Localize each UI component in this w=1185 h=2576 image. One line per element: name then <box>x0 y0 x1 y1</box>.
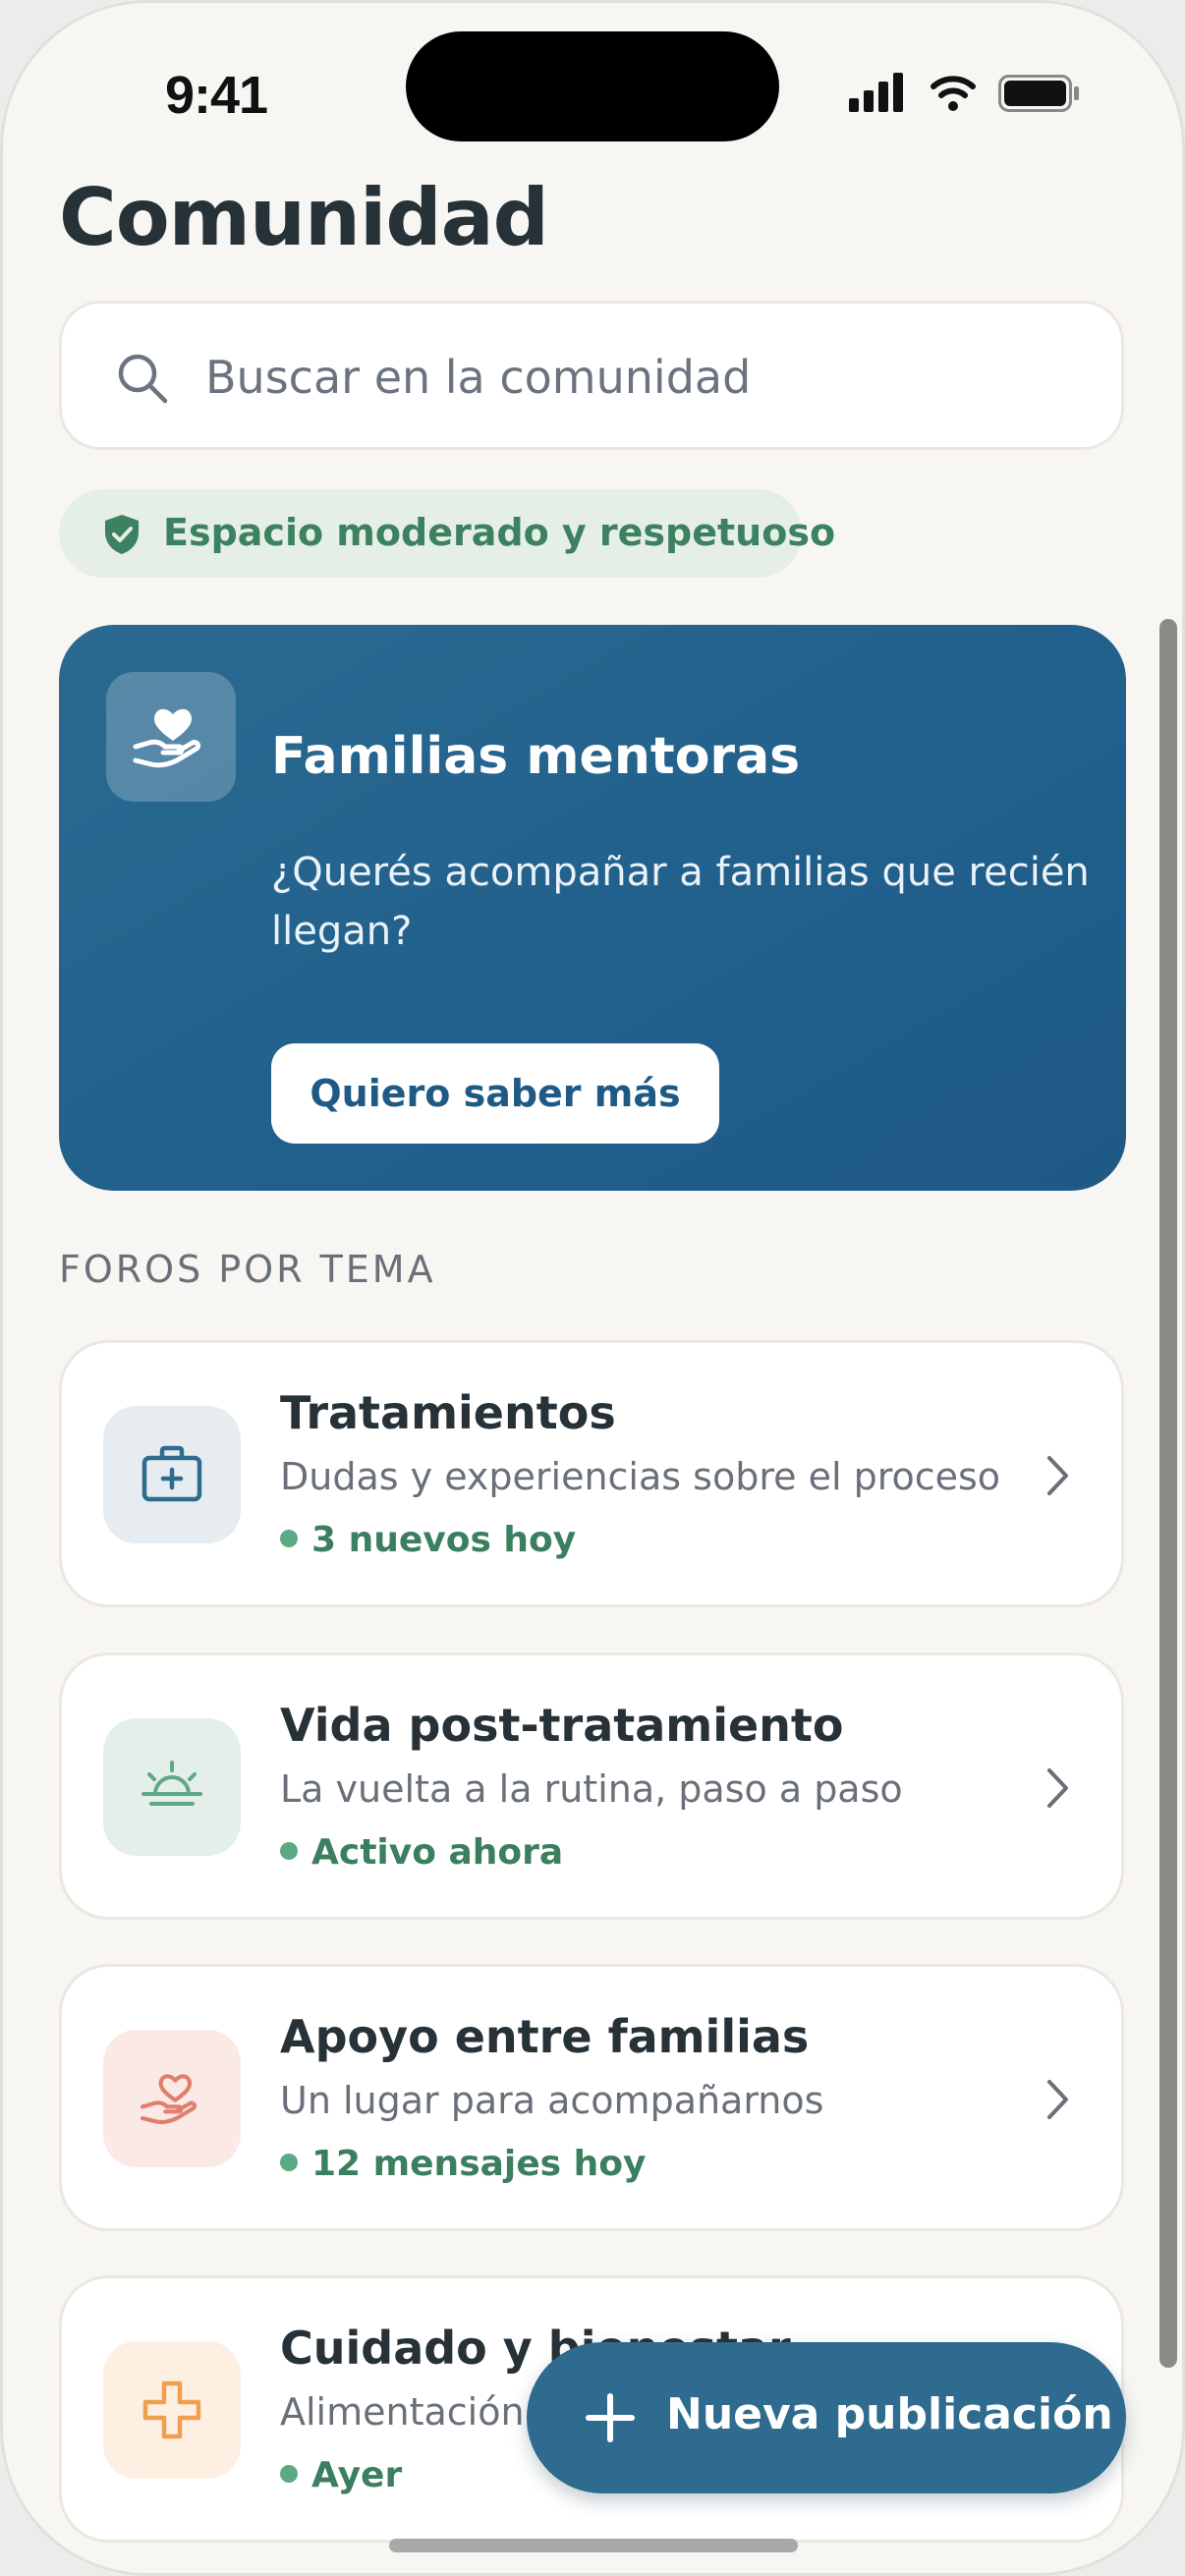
chevron-right-icon <box>1047 2080 1068 2119</box>
search-input[interactable]: Buscar en la comunidad <box>59 301 1124 450</box>
heart-hand-icon <box>140 2074 198 2125</box>
chevron-right-icon <box>1047 1768 1068 1808</box>
forum-activity-label: Activo ahora <box>311 1832 564 1873</box>
moderation-badge-label: Espacio moderado y respetuoso <box>163 511 836 554</box>
learn-more-button[interactable]: Quiero saber más <box>271 1043 719 1144</box>
forum-activity-status: 3 nuevos hoy <box>280 1520 576 1560</box>
forum-activity-status: Ayer <box>280 2455 402 2495</box>
status-icons <box>849 73 1085 120</box>
page-title: Comunidad <box>59 172 549 263</box>
forum-subtitle: Dudas y experiencias sobre el proceso <box>280 1455 1001 1498</box>
mentor-icon-container <box>106 672 236 802</box>
phone-screen: 9:41 Comunidad Buscar en la comunidad Es… <box>0 0 1185 2576</box>
sunrise-icon <box>141 1761 202 1806</box>
search-icon <box>118 354 168 404</box>
forum-card-apoyo-entre-familias[interactable]: Apoyo entre familias Un lugar para acomp… <box>59 1964 1124 2231</box>
activity-dot <box>280 2465 298 2483</box>
mentor-card: Familias mentoras ¿Querés acompañar a fa… <box>59 625 1126 1191</box>
plus-icon <box>586 2393 635 2442</box>
chevron-right-icon <box>1047 1456 1068 1495</box>
forum-subtitle: La vuelta a la rutina, paso a paso <box>280 1767 903 1811</box>
shield-check-icon <box>105 515 139 554</box>
mentor-card-description: ¿Querés acompañar a familias que recién … <box>271 850 1090 954</box>
search-placeholder: Buscar en la comunidad <box>205 351 752 404</box>
dynamic-island <box>406 31 779 141</box>
new-post-label: Nueva publicación <box>666 2389 1113 2439</box>
forum-activity-label: 3 nuevos hoy <box>311 1520 577 1560</box>
activity-dot <box>280 1530 298 1547</box>
moderation-badge: Espacio moderado y respetuoso <box>59 489 835 578</box>
new-post-button[interactable]: Nueva publicación <box>527 2342 1126 2493</box>
forum-icon-container <box>103 1718 241 1856</box>
forum-activity-status: 12 mensajes hoy <box>280 2144 646 2184</box>
status-time: 9:41 <box>165 66 268 125</box>
status-bar: 9:41 <box>0 0 1185 177</box>
section-label-forums: FOROS POR TEMA <box>59 1248 436 1291</box>
forum-activity-label: Ayer <box>311 2455 403 2495</box>
scrollbar[interactable] <box>1159 619 1177 2368</box>
forum-subtitle: Un lugar para acompañarnos <box>280 2079 824 2122</box>
wifi-icon <box>931 76 976 111</box>
medical-kit-icon <box>141 1445 202 1502</box>
forum-icon-container <box>103 2341 241 2479</box>
forum-title: Apoyo entre familias <box>280 2010 810 2063</box>
battery-icon <box>998 75 1079 112</box>
forum-activity-label: 12 mensajes hoy <box>311 2144 647 2184</box>
plus-cross-icon <box>142 2380 201 2439</box>
forum-icon-container <box>103 2030 241 2167</box>
forum-card-vida-post-tratamiento[interactable]: Vida post-tratamiento La vuelta a la rut… <box>59 1652 1124 1920</box>
forum-title: Vida post-tratamiento <box>280 1699 844 1752</box>
activity-dot <box>280 1842 298 1860</box>
mentor-card-title: Familias mentoras <box>271 727 801 786</box>
heart-hand-icon <box>133 708 201 768</box>
activity-dot <box>280 2154 298 2171</box>
forum-title: Tratamientos <box>280 1386 616 1439</box>
signal-icon <box>849 73 903 112</box>
forum-card-tratamientos[interactable]: Tratamientos Dudas y experiencias sobre … <box>59 1340 1124 1607</box>
forum-icon-container <box>103 1406 241 1543</box>
forum-activity-status: Activo ahora <box>280 1832 563 1873</box>
home-indicator[interactable] <box>389 2539 798 2552</box>
